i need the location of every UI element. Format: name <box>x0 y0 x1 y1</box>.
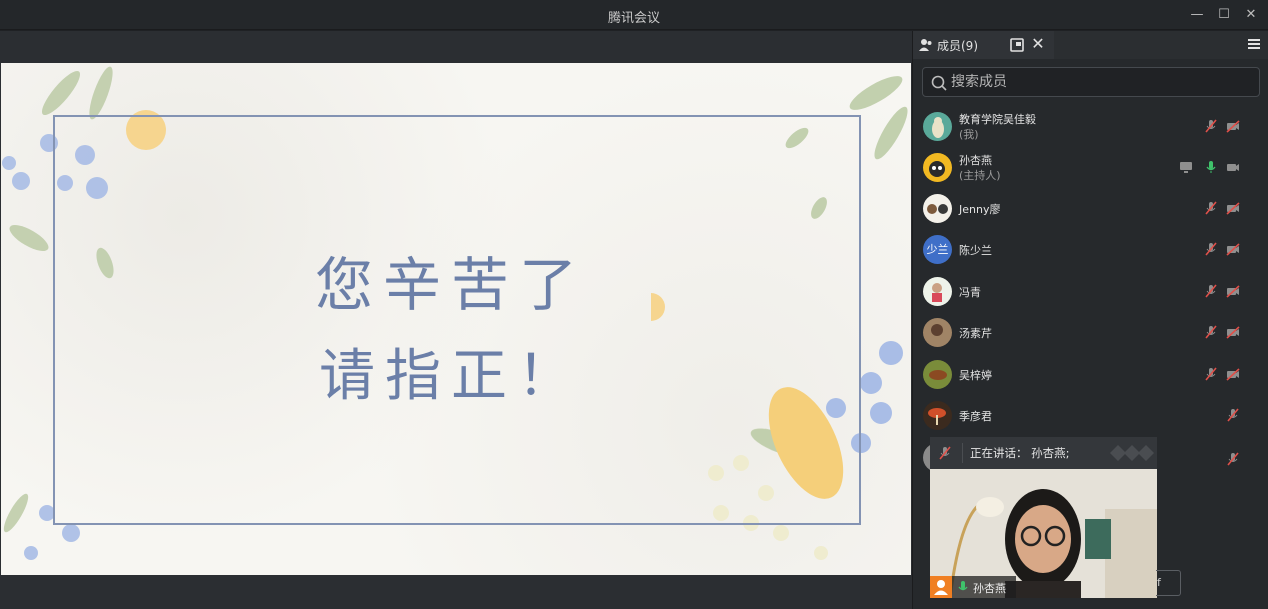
avatar <box>923 360 952 389</box>
members-tab-label: 成员(9) <box>937 39 978 53</box>
panel-bottom-button-label: f <box>1157 576 1161 589</box>
slide-text-line2: 请指正！ <box>319 344 583 409</box>
shared-screen-area: 您辛苦了 请指正！ <box>0 31 912 609</box>
avatar <box>923 194 952 223</box>
host-badge <box>930 576 952 598</box>
popout-icon[interactable] <box>1010 38 1024 52</box>
mic-muted-icon[interactable] <box>938 446 952 460</box>
screen-share-icon[interactable] <box>1179 160 1193 174</box>
signal-watermark-icon <box>1110 445 1154 461</box>
minimize-button[interactable]: — <box>1186 5 1208 25</box>
avatar <box>923 401 952 430</box>
member-row[interactable]: 吴梓婷 <box>913 354 1268 394</box>
member-row[interactable]: 汤素芹 <box>913 312 1268 352</box>
panel-bottom-button[interactable]: f <box>1156 570 1181 596</box>
tab-members[interactable]: 成员(9) ✕ <box>913 31 1054 59</box>
member-name: 汤素芹 <box>959 327 992 340</box>
maximize-button[interactable]: ☐ <box>1213 5 1235 25</box>
search-box <box>922 67 1260 97</box>
menu-icon[interactable] <box>1247 37 1261 51</box>
member-name: 陈少兰 <box>959 244 992 257</box>
member-name: 季彦君 <box>959 410 992 423</box>
panel-header: 成员(9) ✕ <box>913 31 1268 59</box>
speaker-name: 孙杏燕 <box>973 582 1006 595</box>
camera-off-icon[interactable] <box>1226 201 1240 215</box>
title-bar: 腾讯会议 — ☐ ✕ <box>0 0 1268 30</box>
member-row[interactable]: 少兰 陈少兰 <box>913 229 1268 269</box>
camera-on-icon[interactable] <box>1226 160 1240 174</box>
search-input[interactable] <box>951 72 1251 92</box>
member-role: (我) <box>959 128 979 141</box>
member-name: 教育学院吴佳毅 <box>959 113 1036 126</box>
slide-text-line1: 您辛苦了 <box>314 251 587 319</box>
member-role: (主持人) <box>959 169 1001 182</box>
mic-muted-icon[interactable] <box>1204 242 1218 256</box>
avatar <box>923 153 952 182</box>
avatar: 少兰 <box>923 235 952 264</box>
mic-on-icon <box>958 581 968 591</box>
camera-off-icon[interactable] <box>1226 284 1240 298</box>
avatar <box>923 277 952 306</box>
mic-muted-icon[interactable] <box>1204 284 1218 298</box>
member-row[interactable]: 季彦君 <box>913 395 1268 435</box>
speaking-indicator: 正在讲话： 孙杏燕; <box>930 437 1157 469</box>
mic-muted-icon[interactable] <box>1204 325 1218 339</box>
mic-muted-icon[interactable] <box>1204 201 1218 215</box>
member-name: Jenny廖 <box>959 203 1001 216</box>
speaking-text: 正在讲话： 孙杏燕; <box>970 446 1070 460</box>
mic-muted-icon[interactable] <box>1204 367 1218 381</box>
camera-off-icon[interactable] <box>1226 367 1240 381</box>
member-row[interactable]: Jenny廖 <box>913 188 1268 228</box>
member-name: 吴梓婷 <box>959 369 992 382</box>
close-window-button[interactable]: ✕ <box>1240 5 1262 25</box>
camera-off-icon[interactable] <box>1226 242 1240 256</box>
window-title: 腾讯会议 <box>607 11 660 26</box>
speaker-name-badge: 孙杏燕 <box>930 576 1016 598</box>
member-row[interactable]: 教育学院吴佳毅 (我) <box>913 106 1268 146</box>
avatar <box>923 318 952 347</box>
close-panel-button[interactable]: ✕ <box>1030 34 1046 53</box>
mic-muted-icon[interactable] <box>1204 119 1218 133</box>
separator <box>962 443 963 463</box>
mic-muted-icon[interactable] <box>1226 452 1240 466</box>
members-icon <box>919 39 932 51</box>
shared-slide: 您辛苦了 请指正！ <box>1 63 911 575</box>
member-name: 孙杏燕 <box>959 154 992 167</box>
member-row[interactable]: 孙杏燕 (主持人) <box>913 147 1268 187</box>
member-row[interactable]: 冯青 <box>913 271 1268 311</box>
camera-off-icon[interactable] <box>1226 119 1240 133</box>
camera-off-icon[interactable] <box>1226 325 1240 339</box>
user-icon <box>934 580 948 595</box>
mic-on-icon[interactable] <box>1204 160 1218 174</box>
mic-muted-icon[interactable] <box>1226 408 1240 422</box>
search-icon <box>931 75 947 91</box>
member-name: 冯青 <box>959 286 981 299</box>
avatar <box>923 112 952 141</box>
